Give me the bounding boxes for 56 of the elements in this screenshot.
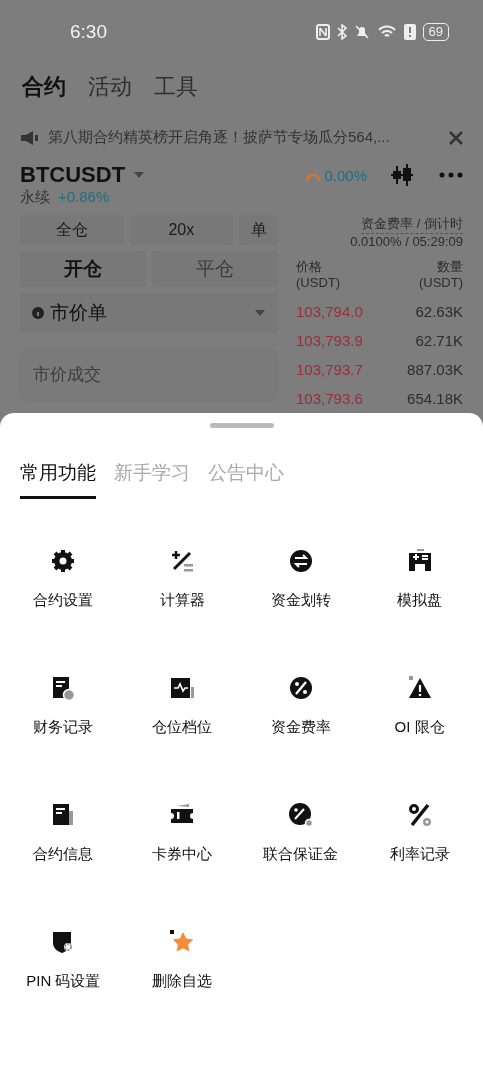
order-action-tab[interactable]: 开仓 <box>20 251 146 287</box>
function-label[interactable]: 资金费率 <box>270 718 331 737</box>
ask-amount: 62.63K <box>415 303 463 320</box>
bluetooth-icon <box>336 23 347 40</box>
function-label[interactable]: 计算器 <box>159 591 205 610</box>
info-icon <box>32 307 44 319</box>
funding-value: 0.0100% / 05:29:09 <box>349 234 463 249</box>
indicator-value: 0.00% <box>324 166 367 184</box>
leverage-button[interactable]: 20x <box>129 215 234 245</box>
function-label[interactable]: 合约设置 <box>33 591 94 610</box>
price-field[interactable]: 市价成交 <box>20 349 278 401</box>
status-time: 6:30 <box>70 20 107 43</box>
column-header: 数量 (USDT) <box>418 259 463 291</box>
position-mode-button[interactable]: 单 <box>239 215 278 245</box>
more-icon[interactable] <box>439 172 463 178</box>
order-type-select[interactable]: 市价单 <box>20 293 278 333</box>
megaphone-icon <box>20 129 40 146</box>
sim-alert-icon <box>403 23 416 40</box>
function-label[interactable]: 仓位档位 <box>152 718 213 737</box>
function-label[interactable]: 联合保证金 <box>263 845 339 864</box>
sheet-tab[interactable]: 新手学习 <box>114 460 190 499</box>
function-label[interactable]: 合约信息 <box>33 845 94 864</box>
sheet-tab[interactable]: 公告中心 <box>208 460 284 499</box>
sheet-tab[interactable]: 常用功能 <box>20 460 96 499</box>
margin-mode-button[interactable]: 全仓 <box>20 215 124 245</box>
nfc-icon <box>315 23 330 40</box>
caret-icon[interactable] <box>133 171 146 179</box>
close-icon[interactable] <box>449 130 463 145</box>
announcement-text[interactable]: 第八期合约精英榜开启角逐！披萨节专场瓜分564,... <box>48 128 441 148</box>
header-tab[interactable]: 合约 <box>22 71 66 102</box>
ask-amount: 887.03K <box>407 361 463 378</box>
ask-amount: 654.18K <box>407 390 463 407</box>
function-label[interactable]: 卡券中心 <box>152 845 213 864</box>
order-action-tab[interactable]: 平仓 <box>152 251 278 287</box>
caret-icon <box>254 309 266 317</box>
sheet-handle[interactable] <box>209 423 274 428</box>
percent-badge-icon <box>286 801 315 829</box>
candlestick-icon[interactable] <box>391 163 413 187</box>
contract-type: 永续 <box>20 188 50 207</box>
ask-amount: 62.71K <box>415 332 463 349</box>
function-label[interactable]: 利率记录 <box>389 845 450 864</box>
symbol-title[interactable]: BTCUSDT <box>20 162 126 188</box>
battery-level: 69 <box>422 22 449 41</box>
column-header: 价格 (USDT) <box>296 259 341 291</box>
function-label[interactable]: 模拟盘 <box>397 591 443 610</box>
function-label[interactable]: 财务记录 <box>33 718 94 737</box>
function-label[interactable]: OI 限仓 <box>394 718 445 737</box>
funding-label: 资金费率 / 倒计时 <box>361 215 463 234</box>
bell-muted-icon <box>353 23 370 40</box>
function-label[interactable]: 删除自选 <box>152 972 213 991</box>
function-label[interactable]: PIN 码设置 <box>26 972 101 991</box>
header-tab[interactable]: 工具 <box>154 71 198 102</box>
price-change: +0.86% <box>58 188 110 205</box>
function-label[interactable]: 资金划转 <box>270 591 331 610</box>
wifi-icon <box>376 23 397 40</box>
header-tab[interactable]: 活动 <box>88 71 132 102</box>
